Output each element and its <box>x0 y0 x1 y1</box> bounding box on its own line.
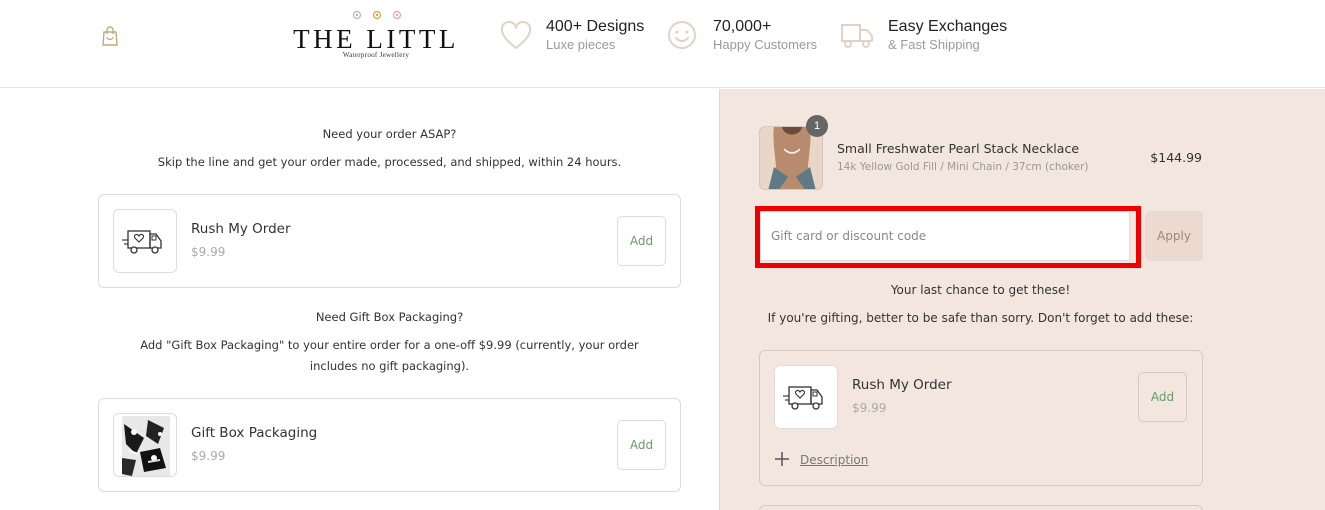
delivery-truck-icon <box>122 230 162 254</box>
shopping-bag-icon[interactable] <box>101 25 119 47</box>
feature-title: 400+ Designs <box>546 18 645 35</box>
upsell-name: Rush My Order <box>852 377 952 393</box>
product-name: Small Freshwater Pearl Stack Necklace <box>837 141 1080 156</box>
plus-icon <box>775 452 789 466</box>
heart-icon <box>500 20 532 49</box>
apply-discount-button[interactable]: Apply <box>1145 211 1203 261</box>
logo-tagline: Waterproof Jewellery <box>342 51 410 59</box>
add-rush-order-button[interactable]: Add <box>617 216 666 266</box>
feature-title: 70,000+ <box>713 18 772 35</box>
rush-order-thumbnail <box>113 209 177 273</box>
gifting-note: If you're gifting, better to be safe tha… <box>767 311 1194 325</box>
gift-box-thumbnail <box>113 413 177 477</box>
logo-flowers-icon <box>352 10 402 20</box>
rush-heading: Need your order ASAP? <box>322 127 457 141</box>
add-gift-box-button[interactable]: Add <box>617 420 666 470</box>
description-link[interactable]: Description <box>800 453 868 467</box>
truck-icon <box>841 24 873 48</box>
feature-subtitle: & Fast Shipping <box>888 37 980 52</box>
delivery-truck-icon <box>783 386 823 410</box>
upsell-column: Need your order ASAP? Skip the line and … <box>0 89 719 510</box>
feature-subtitle: Happy Customers <box>713 37 818 52</box>
brand-logo[interactable]: THE LITTL Waterproof Jewellery <box>285 6 467 62</box>
gift-box-name: Gift Box Packaging <box>191 425 318 441</box>
add-upsell-button[interactable]: Add <box>1138 372 1187 422</box>
quantity-badge: 1 <box>806 115 828 137</box>
order-summary: 1 Small Freshwater Pearl Stack Necklace … <box>719 89 1325 510</box>
gift-heading: Need Gift Box Packaging? <box>315 310 464 324</box>
gift-box-image <box>122 416 170 476</box>
gift-box-card: Gift Box Packaging $9.99 Add <box>98 398 681 492</box>
rush-order-card: Rush My Order $9.99 Add <box>98 194 681 288</box>
site-header: THE LITTL Waterproof Jewellery 400+ Desi… <box>0 0 1325 88</box>
rush-description: Skip the line and get your order made, p… <box>157 155 622 169</box>
next-upsell-card <box>759 505 1203 510</box>
gift-box-price: $9.99 <box>191 449 226 463</box>
feature-subtitle: Luxe pieces <box>546 37 616 52</box>
feature-title: Easy Exchanges <box>888 18 1008 35</box>
last-chance-text: Your last chance to get these! <box>890 283 1071 297</box>
upsell-price: $9.99 <box>852 401 887 415</box>
smiley-icon <box>668 21 696 49</box>
logo-wordmark: THE LITTL <box>293 24 459 54</box>
summary-upsell-card: Rush My Order $9.99 Add Description <box>759 350 1203 486</box>
rush-order-name: Rush My Order <box>191 221 291 237</box>
rush-order-price: $9.99 <box>191 245 226 259</box>
product-price: $144.99 <box>1150 150 1202 165</box>
rush-order-thumbnail <box>774 365 838 429</box>
discount-code-input[interactable] <box>760 211 1130 261</box>
gift-description: Add "Gift Box Packaging" to your entire … <box>140 338 639 373</box>
product-variant: 14k Yellow Gold Fill / Mini Chain / 37cm… <box>837 161 1089 173</box>
